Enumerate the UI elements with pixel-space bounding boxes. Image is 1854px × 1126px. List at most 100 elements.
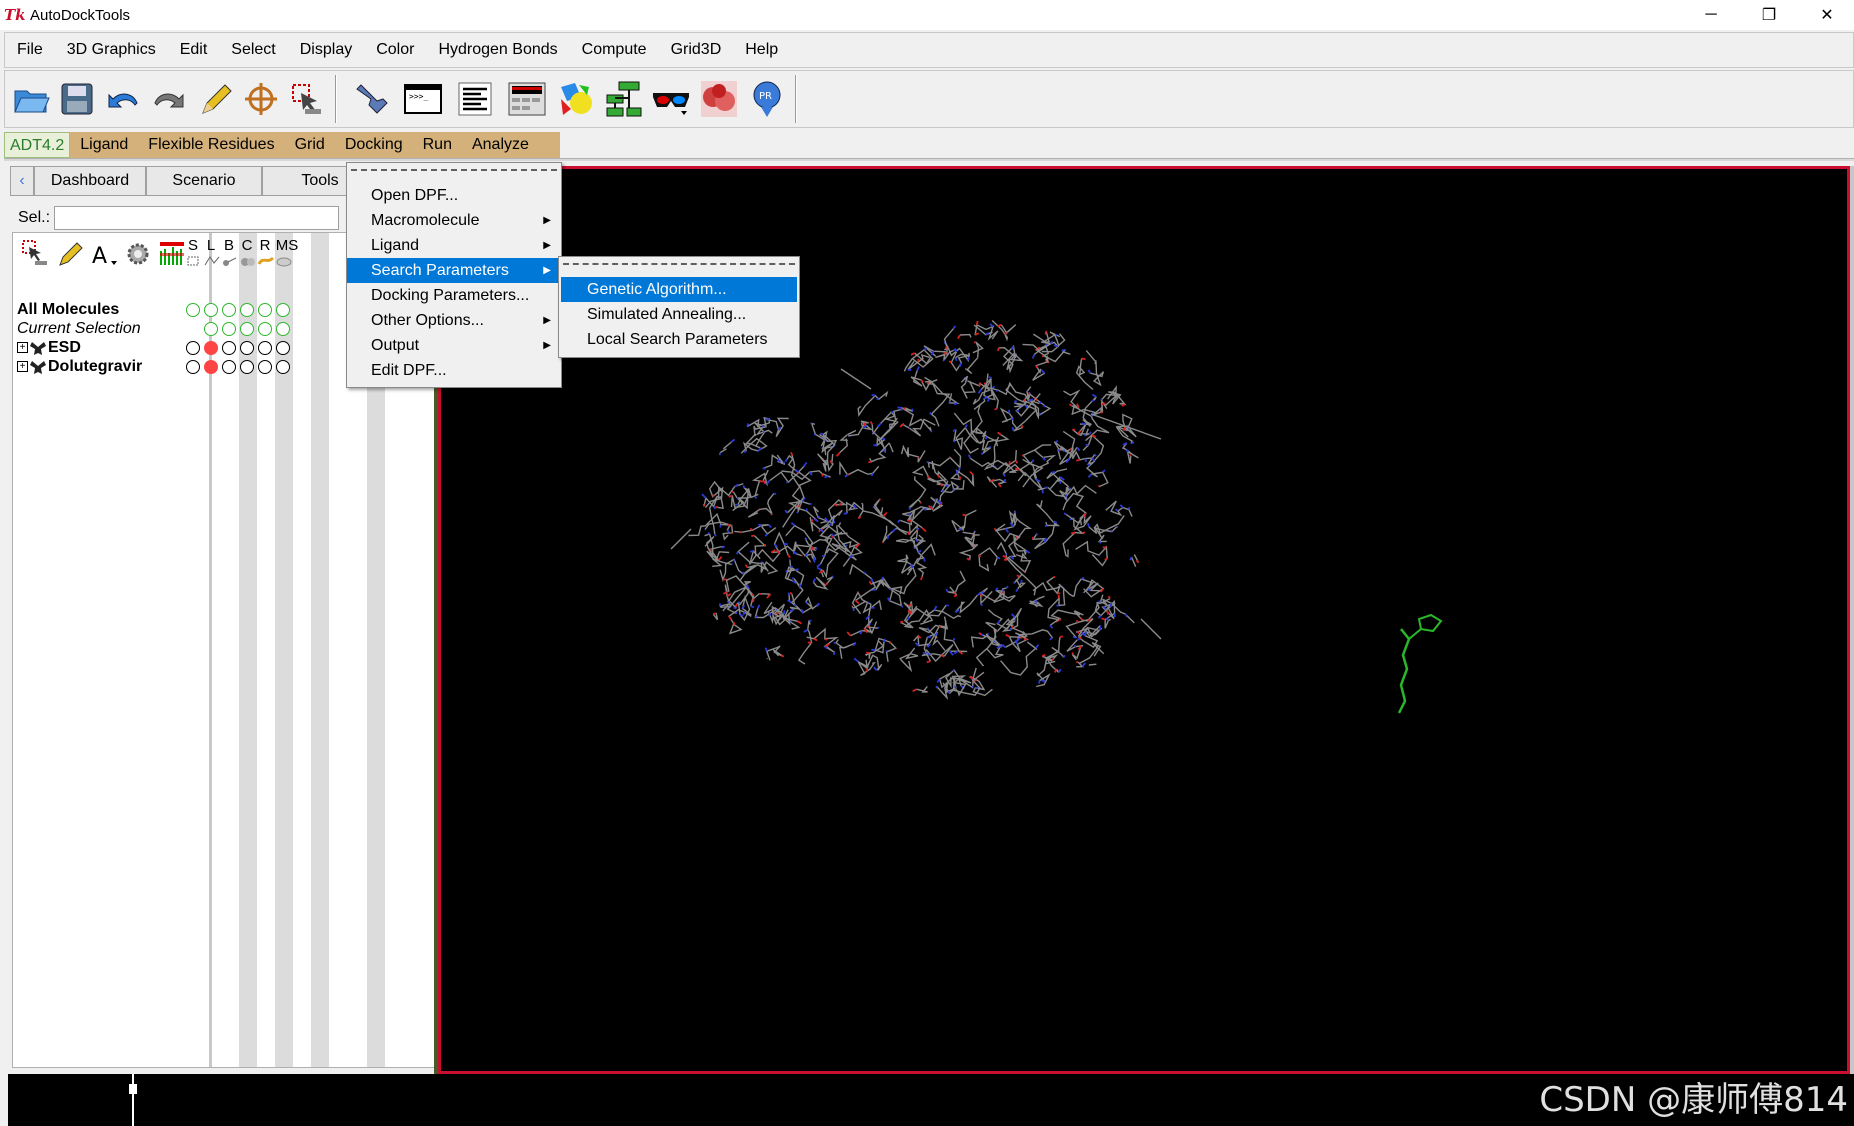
toggle-circle[interactable] — [240, 303, 254, 317]
tear-off-line[interactable] — [351, 169, 557, 183]
menu-item-edit-dpf[interactable]: Edit DPF... — [347, 358, 561, 383]
menu-grid3d[interactable]: Grid3D — [659, 32, 734, 68]
toggle-circle[interactable] — [276, 322, 290, 336]
adt-menu-flexible-residues[interactable]: Flexible Residues — [138, 132, 284, 158]
label-font-icon[interactable]: A — [87, 237, 121, 271]
tear-off-line[interactable] — [563, 263, 795, 277]
toggle-circle[interactable] — [186, 303, 200, 317]
menu-item-docking-parameters[interactable]: Docking Parameters... — [347, 283, 561, 308]
adt-menu-analyze[interactable]: Analyze — [462, 132, 539, 158]
menu-item-macromolecule[interactable]: Macromolecule ▶ — [347, 208, 561, 233]
menu-item-simulated-annealing[interactable]: Simulated Annealing... — [559, 302, 799, 327]
adt-menu-run[interactable]: Run — [413, 132, 462, 158]
menu-edit[interactable]: Edit — [168, 32, 220, 68]
tab-scenario[interactable]: Scenario — [146, 166, 262, 196]
frame-slider[interactable] — [132, 1074, 134, 1126]
toggle-circle[interactable] — [258, 322, 272, 336]
molecule-surface-icon[interactable] — [697, 76, 741, 122]
redo-icon[interactable] — [147, 76, 191, 122]
spectrum-icon[interactable] — [155, 237, 189, 271]
collapse-arrow-icon[interactable]: ‹ — [10, 166, 34, 196]
toggle-circle[interactable] — [240, 360, 254, 374]
column-header-ms: MS — [275, 237, 299, 254]
adt-menu-docking[interactable]: Docking — [335, 132, 413, 158]
column-header-s: S — [187, 237, 198, 254]
toggle-circle[interactable] — [222, 322, 236, 336]
search-parameters-submenu: Genetic Algorithm... Simulated Annealing… — [558, 256, 800, 358]
menu-help[interactable]: Help — [733, 32, 790, 68]
slider-thumb[interactable] — [129, 1084, 137, 1094]
pick-hand-icon[interactable] — [351, 76, 395, 122]
toggle-circle[interactable] — [276, 303, 290, 317]
adt-menu-grid[interactable]: Grid — [285, 132, 335, 158]
toggle-circle[interactable] — [186, 341, 200, 355]
window-title: AutoDockTools — [30, 6, 131, 24]
toggle-circle[interactable] — [276, 341, 290, 355]
ligand-structure — [1397, 628, 1411, 714]
toggle-circle[interactable] — [222, 341, 236, 355]
adt-version-button[interactable]: ADT4.2 — [4, 132, 71, 158]
menu-item-ligand[interactable]: Ligand ▶ — [347, 233, 561, 258]
menu-item-open-dpf[interactable]: Open DPF... — [347, 183, 561, 208]
dashboard-toolbar: A — [19, 237, 189, 271]
color-shapes-icon[interactable] — [553, 76, 597, 122]
toggle-circle[interactable] — [204, 303, 218, 317]
submenu-arrow-icon: ▶ — [543, 240, 551, 251]
python-shell-icon[interactable]: >>>_ — [401, 76, 445, 122]
menu-compute[interactable]: Compute — [570, 32, 659, 68]
toggle-circle[interactable] — [258, 360, 272, 374]
expand-icon[interactable]: + — [17, 361, 28, 373]
adt-rocket-icon[interactable]: PR — [745, 76, 789, 122]
toggle-circle[interactable] — [222, 303, 236, 317]
selection-input[interactable] — [54, 206, 340, 230]
select-arrow-icon[interactable] — [285, 76, 329, 122]
submenu-arrow-icon: ▶ — [543, 315, 551, 326]
menu-item-search-parameters[interactable]: Search Parameters ▶ — [347, 258, 561, 283]
tree-item-dolutegravir[interactable]: + Dolutegravir — [17, 356, 142, 378]
svg-text:A: A — [92, 244, 107, 269]
toggle-circle[interactable] — [222, 360, 236, 374]
menu-item-output[interactable]: Output ▶ — [347, 333, 561, 358]
toggle-circle[interactable] — [258, 303, 272, 317]
save-icon[interactable] — [55, 76, 99, 122]
console-icon[interactable] — [505, 76, 549, 122]
select-molecule-icon[interactable] — [19, 237, 53, 271]
tab-dashboard[interactable]: Dashboard — [34, 166, 146, 196]
toggle-circle[interactable] — [186, 360, 200, 374]
expand-icon[interactable]: + — [17, 342, 28, 354]
adt-menu-ligand[interactable]: Ligand — [70, 132, 138, 158]
undo-icon[interactable] — [101, 76, 145, 122]
menu-item-local-search-parameters[interactable]: Local Search Parameters — [559, 327, 799, 352]
docking-menu: Open DPF... Macromolecule ▶ Ligand ▶ Searc… — [346, 162, 562, 388]
gear-icon[interactable] — [121, 237, 155, 271]
menu-file[interactable]: File — [5, 32, 55, 68]
close-button[interactable]: ✕ — [1798, 0, 1854, 30]
menu-hydrogen-bonds[interactable]: Hydrogen Bonds — [426, 32, 569, 68]
menu-color[interactable]: Color — [364, 32, 426, 68]
toggle-circle[interactable] — [258, 341, 272, 355]
align-text-icon[interactable] — [453, 76, 497, 122]
toggle-circle[interactable] — [240, 322, 254, 336]
open-folder-icon[interactable] — [9, 76, 53, 122]
toggle-circle[interactable] — [240, 341, 254, 355]
toggle-circle-on[interactable] — [204, 360, 218, 374]
menu-item-other-options[interactable]: Other Options... ▶ — [347, 308, 561, 333]
maximize-button[interactable]: ❐ — [1740, 0, 1798, 30]
toggle-circle[interactable] — [276, 360, 290, 374]
network-icon[interactable] — [601, 76, 645, 122]
panel-tabs: ‹ Dashboard Scenario Tools — [10, 166, 378, 196]
menu-display[interactable]: Display — [288, 32, 364, 68]
svg-text:PR: PR — [759, 91, 772, 102]
target-icon[interactable] — [239, 76, 283, 122]
minimize-button[interactable]: ─ — [1682, 0, 1740, 30]
menu-3d-graphics[interactable]: 3D Graphics — [55, 32, 168, 68]
pencil-icon[interactable] — [53, 237, 87, 271]
toggle-circle[interactable] — [204, 322, 218, 336]
menu-item-genetic-algorithm[interactable]: Genetic Algorithm... — [561, 277, 797, 302]
toggle-circle-on[interactable] — [204, 341, 218, 355]
molecule-icon — [30, 341, 46, 355]
menu-select[interactable]: Select — [219, 32, 287, 68]
pencil-icon[interactable] — [193, 76, 237, 122]
stereo-glasses-icon[interactable] — [649, 76, 693, 122]
toolbar: >>>_ PR — [4, 70, 1854, 128]
